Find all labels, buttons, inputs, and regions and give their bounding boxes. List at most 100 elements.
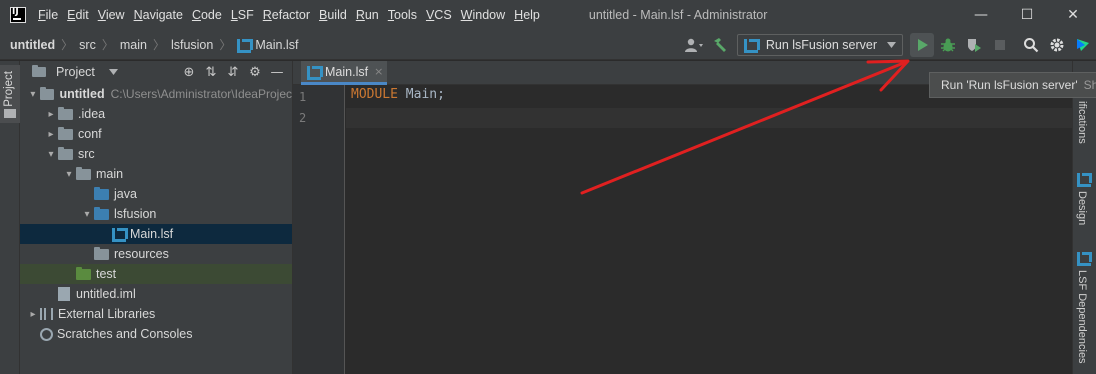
code-identifier: Main; — [397, 87, 445, 102]
breadcrumb-lsfusion[interactable]: lsfusion — [171, 38, 213, 52]
line-number: 1 — [299, 90, 307, 104]
source-folder-icon — [94, 206, 109, 220]
tree-item-label: test — [96, 267, 117, 281]
chevron-down-icon[interactable]: ▾ — [80, 209, 94, 220]
scratches-icon — [40, 327, 53, 341]
build-hammer-icon[interactable] — [708, 33, 732, 57]
menu-item-view[interactable]: View — [98, 8, 125, 22]
run-button[interactable] — [910, 33, 934, 57]
project-view-title[interactable]: Project — [56, 65, 95, 79]
code-line: MODULE Main; — [351, 87, 445, 107]
menu-item-refactor[interactable]: Refactor — [263, 8, 310, 22]
breadcrumb-main[interactable]: main — [120, 38, 147, 52]
code-editor[interactable]: MODULE Main; ✔ — [346, 85, 1072, 374]
tree-item-idea[interactable]: ▸ .idea — [20, 104, 292, 124]
design-tool-tab[interactable]: Design — [1076, 173, 1094, 228]
breadcrumb-src[interactable]: src — [79, 38, 96, 52]
chevron-right-icon[interactable]: ▸ — [44, 129, 58, 140]
folder-icon — [58, 146, 73, 160]
user-account-icon[interactable] — [682, 33, 706, 57]
menu-item-build[interactable]: Build — [319, 8, 347, 22]
tree-item-label: untitled — [59, 87, 105, 101]
debug-button[interactable] — [936, 33, 960, 57]
close-window-button[interactable]: ✕ — [1050, 0, 1096, 30]
lsf-run-config-icon — [743, 39, 760, 53]
view-dropdown-icon[interactable] — [108, 69, 118, 75]
menu-item-window[interactable]: Window — [461, 8, 505, 22]
project-path: C:\Users\Administrator\IdeaProjec — [110, 87, 292, 101]
tab-label: Main.lsf — [325, 64, 369, 79]
lsf-file-icon — [307, 65, 323, 80]
breadcrumb-project[interactable]: untitled — [10, 38, 55, 52]
settings-button[interactable] — [1045, 33, 1069, 57]
dropdown-arrow-icon — [887, 42, 896, 48]
tree-item-label: .idea — [78, 107, 106, 121]
left-tool-strip: Project — [0, 61, 20, 374]
tree-item-java[interactable]: java — [20, 184, 292, 204]
tree-item-untitled[interactable]: ▾ untitled C:\Users\Administrator\IdeaProj… — [20, 84, 292, 104]
run-tooltip: Run 'Run lsFusion server' Shift — [929, 72, 1096, 98]
tree-item-label: lsfusion — [114, 207, 157, 221]
search-button[interactable] — [1019, 33, 1043, 57]
maximize-button[interactable]: ☐ — [1004, 0, 1050, 30]
main-menu: File Edit View Navigate Code LSF Refactor Build… — [38, 8, 549, 22]
menu-item-vcs[interactable]: VCS — [426, 8, 452, 22]
tree-item-test[interactable]: test — [20, 264, 292, 284]
menu-item-lsf[interactable]: LSF — [231, 8, 254, 22]
source-folder-icon — [94, 186, 109, 200]
tree-item-main-lsf[interactable]: Main.lsf — [20, 224, 292, 244]
tree-item-untitled-iml[interactable]: untitled.iml — [20, 284, 292, 304]
stop-button[interactable] — [988, 33, 1012, 57]
editor-area: Main.lsf × 1 2 MODULE Main; ✔ — [293, 61, 1072, 374]
tab-main-lsf[interactable]: Main.lsf × — [301, 61, 387, 85]
notifications-tab-label: ifications — [1076, 101, 1088, 144]
close-tab-icon[interactable]: × — [374, 65, 383, 78]
lsf-dependencies-tool-tab[interactable]: LSF Dependencies — [1076, 252, 1094, 367]
window-title: untitled - Main.lsf - Administrator — [588, 8, 768, 22]
tree-item-lsfusion[interactable]: ▾ lsfusion — [20, 204, 292, 224]
breadcrumb-separator-icon: 〉 — [219, 38, 232, 52]
tree-item-label: conf — [78, 127, 102, 141]
tree-item-scratches-and-consoles[interactable]: Scratches and Consoles — [20, 324, 292, 344]
window-controls: — ☐ ✕ — [958, 0, 1096, 30]
tree-item-conf[interactable]: ▸ conf — [20, 124, 292, 144]
resources-folder-icon — [94, 246, 109, 260]
tree-item-label: External Libraries — [58, 307, 156, 321]
chevron-right-icon[interactable]: ▸ — [44, 109, 58, 120]
hide-panel-icon[interactable]: — — [266, 65, 288, 80]
run-configuration-select[interactable]: Run lsFusion server — [736, 34, 903, 56]
chevron-down-icon[interactable]: ▾ — [62, 169, 76, 180]
menu-item-run[interactable]: Run — [356, 8, 379, 22]
gear-icon[interactable]: ⚙ — [244, 65, 266, 80]
breadcrumb: untitled 〉 src 〉 main 〉 lsfusion 〉 Main.… — [0, 36, 298, 53]
menu-item-code[interactable]: Code — [192, 8, 222, 22]
menu-item-help[interactable]: Help — [514, 8, 540, 22]
tree-item-resources[interactable]: resources — [20, 244, 292, 264]
main-toolbar: Run lsFusion server — [681, 30, 1096, 60]
menu-item-navigate[interactable]: Navigate — [134, 8, 183, 22]
tree-item-main[interactable]: ▾ main — [20, 164, 292, 184]
lsf-dependencies-icon — [1077, 252, 1092, 266]
collapse-all-icon[interactable]: ⇵ — [222, 65, 244, 80]
jetbrains-toolbox-button[interactable] — [1071, 33, 1095, 57]
coverage-button[interactable] — [962, 33, 986, 57]
project-panel: Project ⊕ ⇅ ⇵ ⚙ — ▾ untitled C:\Users\Admi… — [20, 61, 293, 374]
lsf-file-icon — [112, 228, 128, 242]
tree-item-external-libraries[interactable]: ▸ External Libraries — [20, 304, 292, 324]
menu-item-edit[interactable]: Edit — [67, 8, 89, 22]
chevron-down-icon[interactable]: ▾ — [26, 89, 40, 100]
breadcrumb-separator-icon: 〉 — [61, 38, 74, 52]
expand-all-icon[interactable]: ⇅ — [200, 65, 222, 80]
menu-item-tools[interactable]: Tools — [388, 8, 417, 22]
breadcrumb-main-lsf[interactable]: Main.lsf — [255, 38, 298, 52]
tree-item-src[interactable]: ▾ src — [20, 144, 292, 164]
chevron-right-icon[interactable]: ▸ — [26, 309, 40, 320]
menu-item-file[interactable]: File — [38, 8, 58, 22]
notifications-tool-tab[interactable]: ifications — [1076, 101, 1094, 147]
minimize-button[interactable]: — — [958, 0, 1004, 30]
tooltip-shortcut: Shift — [1083, 78, 1096, 92]
run-configuration-label: Run lsFusion server — [765, 38, 877, 52]
navigation-bar: untitled 〉 src 〉 main 〉 lsfusion 〉 Main.… — [0, 30, 1096, 60]
chevron-down-icon[interactable]: ▾ — [44, 149, 58, 160]
locate-file-icon[interactable]: ⊕ — [178, 65, 200, 80]
